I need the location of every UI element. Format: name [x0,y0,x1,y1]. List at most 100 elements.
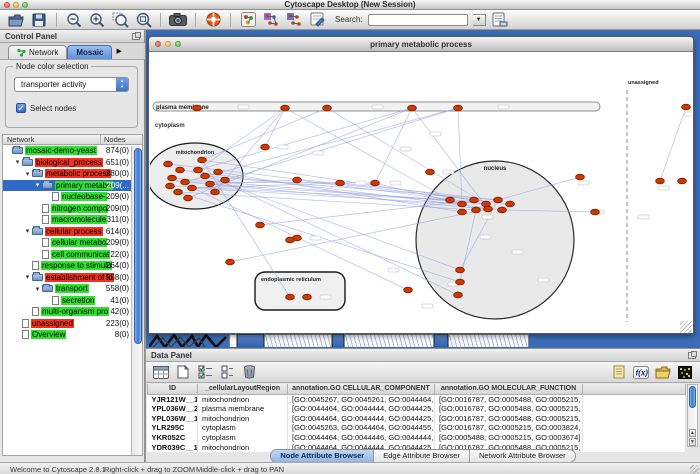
network-graph[interactable]: plasma membrane cytoplasm mitochondrion … [150,52,692,333]
table-scrollbar-thumb[interactable] [689,386,696,408]
graph-node[interactable] [181,179,190,185]
tree-row-label[interactable]: transport [55,284,89,293]
graph-node[interactable] [470,197,479,203]
scroll-up-icon[interactable]: ▲ [689,429,696,437]
graph-node[interactable] [484,206,493,212]
table-scrollbar[interactable]: ▲ ▼ [687,384,698,447]
nucleus-region[interactable] [416,161,574,319]
table-cell[interactable]: YKR052C [148,433,198,443]
annotation-icon[interactable] [308,11,326,28]
graph-node[interactable] [194,167,203,173]
tree-row-label[interactable]: multi-organism pro [41,307,109,316]
tree-expand-icon[interactable]: ▾ [23,227,32,235]
tree-expand-icon[interactable]: ▾ [23,170,32,178]
column-header-layout-region[interactable]: _cellularLayoutRegion [198,384,288,394]
background-window-fragment[interactable] [229,334,237,347]
table-row[interactable]: YJR121W__1mitochondrion[GO:0045267, GO:0… [148,394,686,404]
unselect-attributes-icon[interactable] [218,364,236,381]
search-input[interactable] [368,14,468,26]
tree-row[interactable]: ▾transport558(0) [3,283,131,295]
tree-row[interactable]: ▾cellular process614(0) [3,226,131,238]
zoom-fit-icon[interactable] [134,11,152,28]
graph-node[interactable] [168,175,177,181]
background-window-titlebar[interactable] [434,334,448,347]
tree-row[interactable]: multi-organism pro42(0) [3,306,131,318]
table-cell[interactable]: plasma membrane [198,404,288,414]
tree-expand-icon[interactable]: ▾ [13,158,22,166]
tree-row[interactable]: nucleobase-209(0) [3,191,131,203]
graph-node[interactable] [214,169,223,175]
open-session-icon[interactable] [7,11,25,28]
zoom-view-icon[interactable] [175,41,181,47]
graph-node[interactable] [446,197,455,203]
graph-node[interactable] [456,279,465,285]
background-network-window[interactable] [448,334,529,347]
tree-row[interactable]: unassigned223(0) [3,318,131,330]
tree-row-label[interactable]: establishment of lo [45,273,114,282]
table-cell[interactable]: [GO:0016787, GO:0005488, GO:0005215, G..… [435,394,583,404]
table-cell[interactable]: [GO:0044464, GO:0044446, GO:0044444, G..… [288,433,435,443]
select-nodes-option[interactable]: ✓ Select nodes [16,103,76,113]
table-cell[interactable]: [GO:0016787, GO:0005488, GO:0005215, G..… [435,413,583,423]
tree-column-headers[interactable]: Network Nodes [2,134,143,145]
graph-node[interactable] [576,174,585,180]
select-nodes-checkbox[interactable]: ✓ [16,103,26,113]
table-cell[interactable]: [GO:0045267, GO:0045261, GO:0044464, G..… [288,394,435,404]
tab-network-attribute-browser[interactable]: Network Attribute Browser [470,450,575,462]
graph-node[interactable] [201,173,210,179]
graph-node[interactable] [454,105,463,111]
zoom-out-icon[interactable] [65,11,83,28]
tree-row-label[interactable]: cellular metabo [51,238,107,247]
graph-node[interactable] [193,105,202,111]
tree-expand-icon[interactable]: ▾ [33,285,42,293]
tab-overflow-icon[interactable]: ▶ [116,47,121,55]
table-cell[interactable]: YPL036W__1 [148,413,198,423]
background-window-titlebar[interactable] [332,334,344,347]
tree-row-label[interactable]: primary metabo [55,181,113,190]
graph-node[interactable] [286,294,295,300]
table-cell[interactable]: [GO:0005488, GO:0005215, GO:0003674] [435,433,583,443]
table-cell[interactable]: mitochondrion [198,394,288,404]
table-row[interactable]: YLR295Ccytoplasm[GO:0045263, GO:0044464,… [148,423,686,433]
graph-node[interactable] [293,177,302,183]
graph-node[interactable] [164,161,173,167]
tree-row[interactable]: response to stimulu264(0) [3,260,131,272]
select-attributes-icon[interactable] [196,364,214,381]
attribute-table-header-row[interactable]: ID _cellularLayoutRegion annotation.GO C… [148,384,686,394]
first-neighbors-icon[interactable] [262,11,280,28]
graph-node[interactable] [656,178,665,184]
network-view-window[interactable]: primary metabolic process plasma membran… [148,36,694,334]
tree-row-label[interactable]: unassigned [31,319,74,328]
search-dropdown-icon[interactable]: ▼ [473,14,486,26]
graph-node[interactable] [176,167,185,173]
table-cell[interactable]: [GO:0044464, GO:0044444, GO:0044425, G..… [288,404,435,414]
tree-row-label[interactable]: cellular process [45,227,103,236]
tab-mosaic[interactable]: Mosaic [67,45,112,59]
graph-node[interactable] [591,209,600,215]
tree-row[interactable]: Overview8(0) [3,329,131,341]
graph-node[interactable] [323,105,332,111]
table-cell[interactable]: cytoplasm [198,433,288,443]
background-network-window[interactable] [344,334,434,347]
window-resize-grip[interactable] [680,321,692,333]
tree-row[interactable]: secretion41(0) [3,295,131,307]
tree-row[interactable]: ▾biological_process651(0) [3,157,131,169]
graph-node[interactable] [211,189,220,195]
tree-row-label[interactable]: biological_process [35,158,103,167]
graph-node[interactable] [336,180,345,186]
graph-node[interactable] [458,209,467,215]
help-icon[interactable] [204,11,222,28]
tree-row-label[interactable]: cell communicat [51,250,110,259]
save-session-icon[interactable] [30,11,48,28]
scroll-down-icon[interactable]: ▼ [689,438,696,446]
graph-node[interactable] [682,104,691,110]
tree-row[interactable]: ▾primary metabo209(... [3,180,131,192]
graph-node[interactable] [506,201,515,207]
tree-row[interactable]: ▾metabolic process280(0) [3,168,131,180]
tree-row[interactable]: nitrogen compo209(0) [3,203,131,215]
heatmap-icon[interactable] [676,364,694,381]
graph-node[interactable] [166,183,175,189]
notes-icon[interactable] [610,364,628,381]
snapshot-icon[interactable] [169,11,187,28]
tree-row-label[interactable]: Overview [31,330,66,339]
